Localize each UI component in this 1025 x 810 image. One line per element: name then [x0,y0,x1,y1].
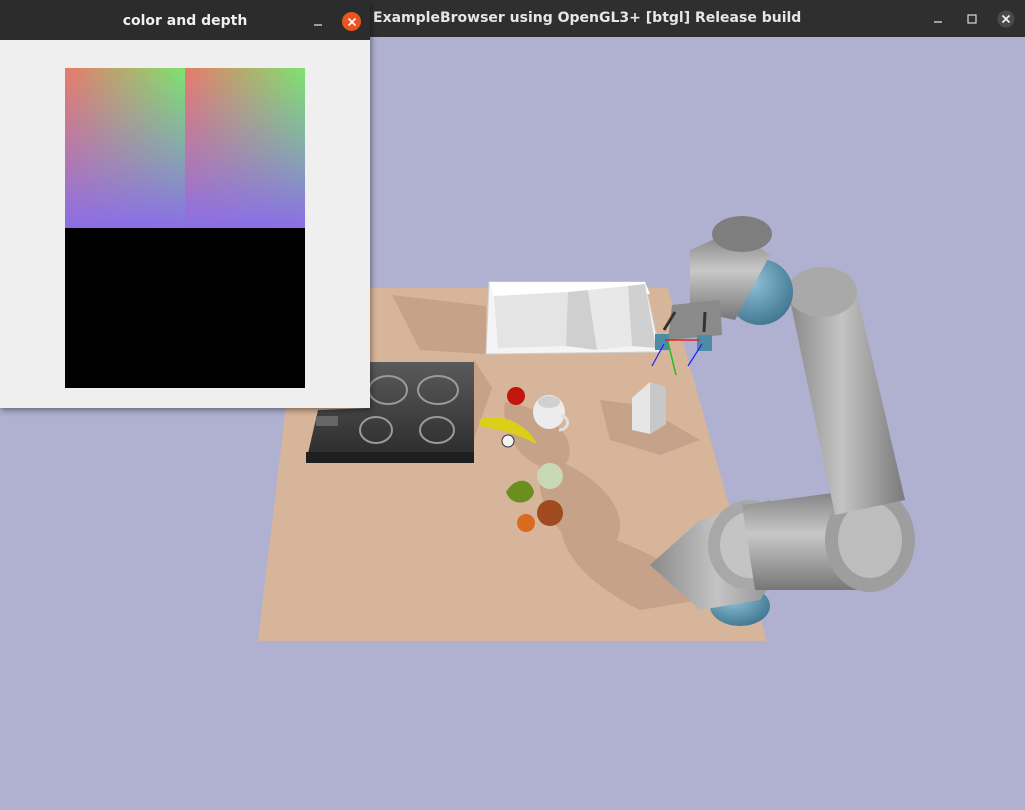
color-and-depth-close-button[interactable] [342,12,361,31]
main-window-title: ExampleBrowser using OpenGL3+ [btgl] Rel… [373,10,802,26]
depth-image [65,228,305,388]
color-and-depth-minimize-button[interactable] [303,3,333,40]
color-and-depth-titlebar[interactable]: color and depth [0,3,370,40]
color-image [65,68,305,228]
maximize-icon [967,13,977,24]
color-depth-image [65,68,305,388]
main-maximize-button[interactable] [955,0,989,37]
minimize-icon [934,20,942,23]
minimize-icon [314,23,322,26]
color-and-depth-window[interactable]: color and depth [0,3,370,408]
color-tile-right [185,68,305,228]
shelf-box [485,281,661,355]
color-tile-left [65,68,185,228]
main-close-button[interactable] [989,0,1023,37]
close-icon [997,10,1015,27]
main-minimize-button[interactable] [921,0,955,37]
close-icon [347,17,356,26]
